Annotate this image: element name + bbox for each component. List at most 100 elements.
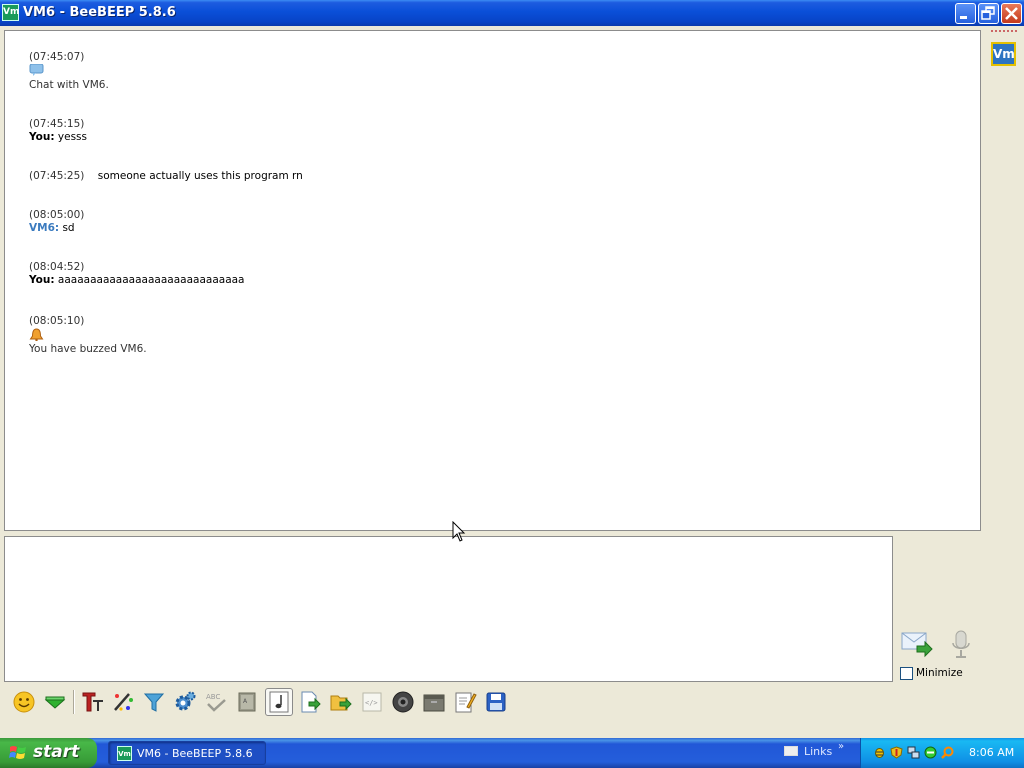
minimize-label: Minimize: [916, 667, 963, 679]
message-text: You have buzzed VM6.: [29, 343, 147, 355]
send-file-button[interactable]: [296, 688, 324, 716]
svg-text:ABC: ABC: [206, 693, 220, 701]
close-icon: [1005, 7, 1018, 20]
screenshot-icon: [392, 691, 414, 713]
message-text: aaaaaaaaaaaaaaaaaaaaaaaaaaaaa: [54, 274, 245, 286]
save-chat-button[interactable]: [482, 688, 510, 716]
send-folder-button[interactable]: [327, 688, 355, 716]
close-button[interactable]: [1001, 3, 1022, 24]
edit-note-icon: [455, 692, 477, 713]
settings-gear-icon: [175, 691, 196, 711]
chat-message: (08:05:10) You have buzzed VM6.: [9, 302, 976, 369]
bell-buzz-icon: [29, 328, 44, 341]
panel-grip[interactable]: [991, 30, 1017, 33]
mouse-cursor: [452, 521, 466, 542]
message-time: (08:05:00): [29, 209, 85, 221]
tray-bee-icon[interactable]: [873, 746, 886, 759]
user-panel: Vm: [985, 30, 1021, 685]
font-button[interactable]: [79, 688, 107, 716]
message-sender: You:: [29, 274, 55, 286]
chevron-icon[interactable]: »: [838, 741, 844, 752]
network-icon[interactable]: [907, 746, 920, 759]
search-icon[interactable]: [941, 746, 954, 759]
restore-icon: [981, 6, 995, 20]
sound-note-icon: [269, 691, 289, 713]
spellcheck-icon: ABC: [206, 693, 226, 712]
message-text: someone actually uses this program rn: [84, 170, 303, 182]
voice-message-button[interactable]: [949, 630, 973, 660]
taskbar: start Vm VM6 - BeeBEEP 5.8.6 Links » 8:0…: [0, 738, 1024, 768]
clear-chat-icon: [423, 694, 445, 712]
save-chat-icon: [486, 692, 506, 712]
message-sender: You:: [29, 131, 55, 143]
minimize-button[interactable]: [955, 3, 976, 24]
app-icon: Vm: [2, 4, 19, 21]
edit-note-button[interactable]: [451, 688, 479, 716]
speech-bubble-icon: [29, 64, 44, 76]
message-sender: VM6:: [29, 222, 60, 234]
chat-message: (07:45:07) Chat with VM6.: [9, 38, 976, 105]
filter-button[interactable]: [140, 688, 168, 716]
chat-message: (08:05:00) VM6: sd: [9, 196, 976, 248]
start-button[interactable]: start: [0, 738, 97, 768]
links-toolbar[interactable]: Links »: [784, 741, 844, 758]
send-message-icon: [901, 632, 933, 658]
emoticon-icon: [13, 691, 35, 713]
html-code-button[interactable]: </>: [358, 688, 386, 716]
send-area: Minimize: [893, 536, 985, 686]
message-time: (07:45:15): [29, 118, 85, 130]
minimize-icon: [960, 16, 967, 19]
chat-message: (07:45:25) someone actually uses this pr…: [9, 157, 976, 196]
microphone-icon: [952, 630, 970, 658]
message-time: (08:04:52): [29, 261, 85, 273]
message-input[interactable]: [4, 536, 893, 682]
color-drop-button[interactable]: [41, 688, 69, 716]
minimize-checkbox[interactable]: [900, 667, 913, 680]
taskbar-item-label: VM6 - BeeBEEP 5.8.6: [137, 747, 253, 760]
user-avatar[interactable]: Vm: [991, 42, 1016, 66]
toolbar-separator: [73, 690, 75, 714]
message-text: Chat with VM6.: [29, 79, 109, 91]
links-label: Links: [804, 745, 833, 758]
spellcheck-button[interactable]: ABC: [202, 688, 230, 716]
windows-flag-icon: [9, 746, 26, 759]
chat-window-client: (07:45:07) Chat with VM6. (07:45:15) You…: [0, 26, 1024, 738]
taskbar-item-beebeep[interactable]: Vm VM6 - BeeBEEP 5.8.6: [108, 741, 266, 765]
window-title: VM6 - BeeBEEP 5.8.6: [23, 5, 176, 20]
send-button[interactable]: [901, 630, 933, 658]
clear-chat-button[interactable]: [420, 688, 448, 716]
dictionary-icon: A: [238, 692, 256, 712]
filter-icon: [143, 693, 165, 712]
emoticon-button[interactable]: [10, 688, 38, 716]
restore-button[interactable]: [978, 3, 999, 24]
svg-text:</>: </>: [365, 699, 378, 707]
message-text: sd: [59, 222, 75, 234]
color-drop-icon: [44, 696, 66, 709]
dictionary-button[interactable]: A: [233, 688, 261, 716]
system-tray: 8:06 AM: [860, 738, 1024, 768]
security-shield-icon[interactable]: [890, 746, 903, 759]
font-color-icon: [114, 693, 133, 711]
send-folder-icon: [330, 695, 352, 711]
message-time: (07:45:07): [29, 51, 85, 63]
settings-button[interactable]: [171, 688, 199, 716]
message-time: (08:05:10): [29, 315, 85, 327]
keyboard-icon: [784, 746, 798, 756]
font-icon: [82, 692, 103, 712]
screenshot-button[interactable]: [389, 688, 417, 716]
tray-green-icon[interactable]: [924, 746, 937, 759]
sound-notification-button[interactable]: [265, 688, 293, 716]
start-label: start: [33, 742, 80, 762]
title-bar[interactable]: Vm VM6 - BeeBEEP 5.8.6: [0, 0, 1024, 26]
html-code-icon: </>: [362, 692, 382, 712]
chat-log[interactable]: (07:45:07) Chat with VM6. (07:45:15) You…: [4, 30, 981, 531]
send-file-icon: [301, 691, 321, 713]
message-text: yesss: [54, 131, 87, 143]
clock[interactable]: 8:06 AM: [969, 746, 1014, 759]
app-icon: Vm: [117, 746, 132, 761]
chat-message: (07:45:15) You: yesss: [9, 105, 976, 157]
message-time: (07:45:25): [29, 170, 85, 182]
font-color-button[interactable]: [109, 688, 137, 716]
chat-message: (08:04:52) You: aaaaaaaaaaaaaaaaaaaaaaaa…: [9, 248, 976, 300]
chat-toolbar: ABC A </>: [0, 686, 1024, 720]
